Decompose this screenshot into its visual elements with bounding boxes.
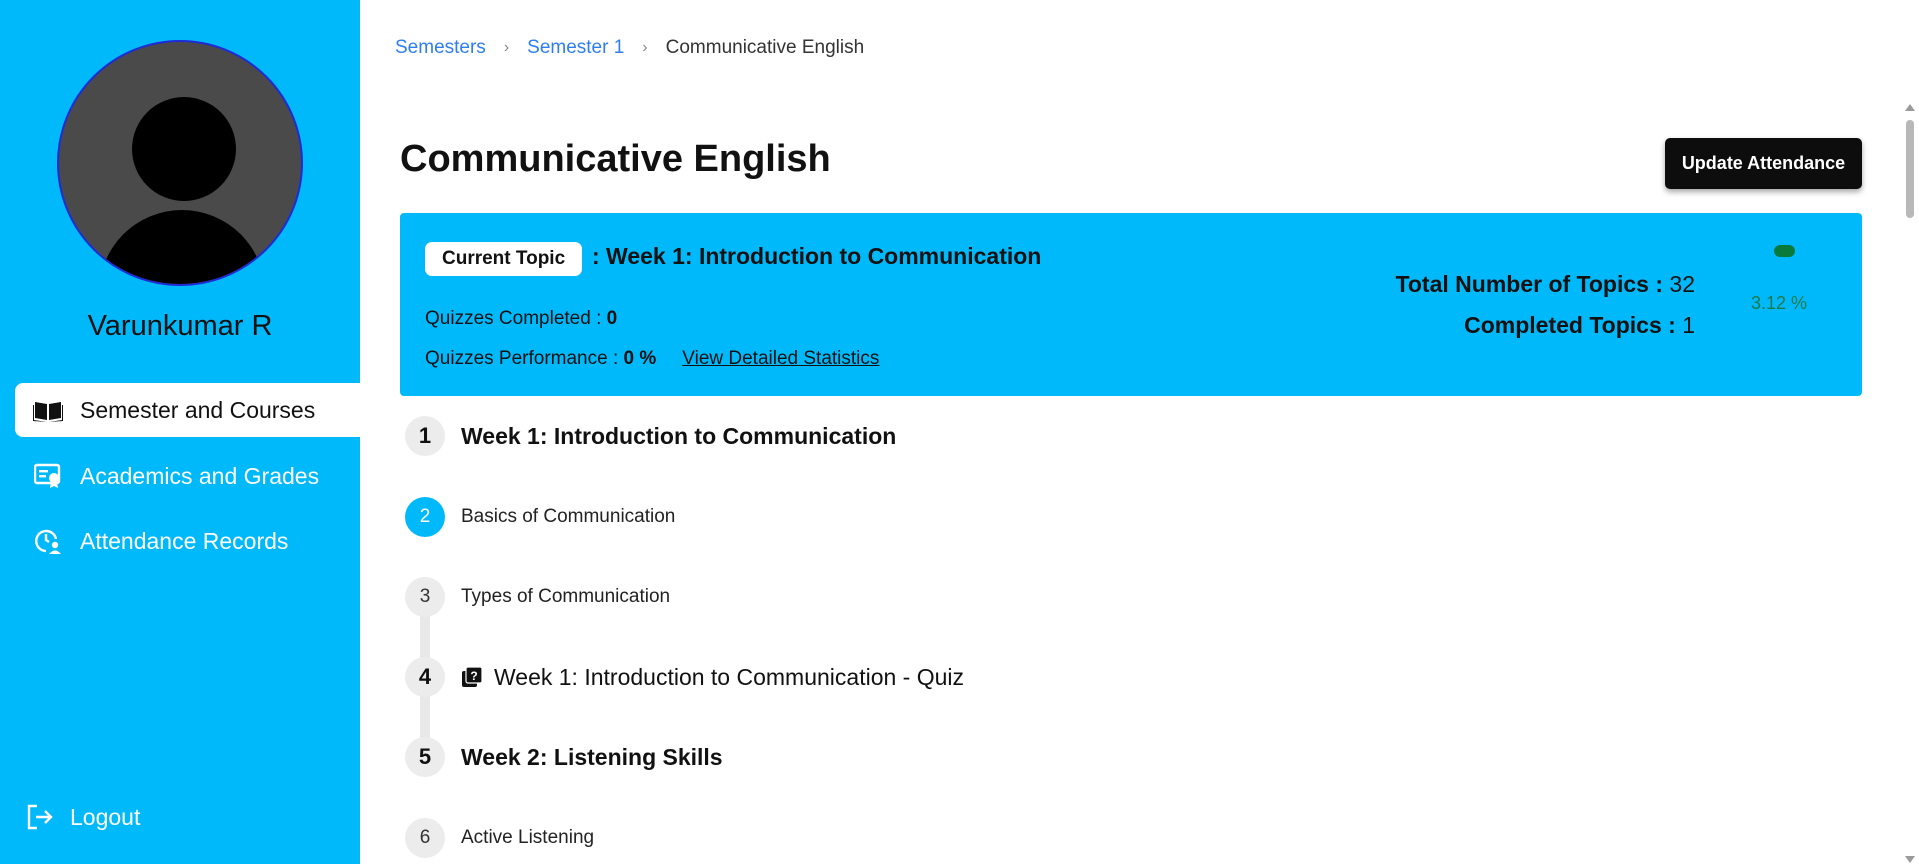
avatar [57, 40, 303, 286]
sidebar: Varunkumar R Semester and Courses Academ… [0, 0, 360, 864]
scroll-down-icon[interactable] [1905, 856, 1915, 863]
topic-label: Basics of Communication [461, 506, 676, 527]
topic-label: Active Listening [461, 827, 595, 848]
topic-item[interactable]: 3 Types of Communication [405, 577, 670, 617]
current-topic-panel: Current Topic : Week 1: Introduction to … [400, 213, 1862, 396]
topic-number: 5 [405, 737, 445, 777]
topic-label: Week 1: Introduction to Communication [461, 422, 897, 449]
topic-item[interactable]: 1 Week 1: Introduction to Communication [405, 416, 896, 456]
topic-number: 3 [405, 577, 445, 617]
breadcrumb: Semesters › Semester 1 › Communicative E… [395, 37, 864, 59]
topic-number: 2 [405, 497, 445, 537]
view-detailed-statistics-link[interactable]: View Detailed Statistics [682, 348, 879, 370]
quizzes-performance-label: Quizzes Performance : [425, 348, 619, 369]
quizzes-performance-value: 0 % [623, 348, 657, 369]
quizzes-completed-label: Quizzes Completed : [425, 308, 607, 329]
breadcrumb-current: Communicative English [665, 37, 865, 58]
quizzes-completed: Quizzes Completed : 0 [425, 308, 617, 330]
chevron-right-icon: › [642, 39, 648, 56]
user-name: Varunkumar R [87, 310, 273, 342]
topic-label: Week 2: Listening Skills [461, 743, 723, 770]
update-attendance-button[interactable]: Update Attendance [1665, 138, 1862, 189]
completed-topics-label: Completed Topics : [1464, 312, 1683, 338]
avatar-body [99, 210, 265, 284]
nav-label: Academics and Grades [80, 462, 320, 489]
nav-semester-and-courses[interactable]: Semester and Courses [15, 383, 360, 437]
total-topics: Total Number of Topics : 32 [1396, 271, 1695, 298]
logout-button[interactable]: Logout [26, 803, 140, 831]
quizzes-performance: Quizzes Performance : 0 % View Detailed … [425, 348, 879, 370]
current-topic-title: : Week 1: Introduction to Communication [592, 243, 1042, 269]
topic-item[interactable]: 2 Basics of Communication [405, 497, 675, 537]
avatar-head [132, 97, 236, 201]
svg-text:?: ? [470, 669, 477, 683]
logout-label: Logout [70, 803, 141, 830]
certificate-icon [33, 461, 63, 491]
progress-indicator [1774, 245, 1795, 257]
quizzes-completed-value: 0 [606, 308, 618, 329]
current-topic-badge: Current Topic [425, 242, 583, 276]
nav-label: Attendance Records [80, 527, 289, 554]
chevron-right-icon: › [503, 39, 510, 56]
topic-item[interactable]: 4 ? Week 1: Introduction to Communicatio… [405, 657, 964, 697]
total-topics-label: Total Number of Topics : [1395, 271, 1670, 297]
completed-topics: Completed Topics : 1 [1464, 312, 1695, 339]
total-topics-value: 32 [1669, 271, 1695, 297]
breadcrumb-semester[interactable]: Semester 1 [527, 37, 624, 59]
breadcrumb-semesters[interactable]: Semesters [395, 37, 486, 59]
completed-topics-value: 1 [1682, 312, 1695, 338]
topic-number: 4 [405, 657, 445, 697]
scroll-up-icon[interactable] [1905, 104, 1915, 111]
topic-item[interactable]: 5 Week 2: Listening Skills [405, 737, 723, 777]
topic-label: Types of Communication [461, 586, 671, 607]
book-open-icon [33, 395, 63, 425]
page-title: Communicative English [400, 138, 831, 180]
clock-user-icon [33, 526, 63, 556]
nav-label: Semester and Courses [80, 396, 316, 423]
topic-item[interactable]: 6 Active Listening [405, 818, 594, 858]
topic-number: 1 [405, 416, 445, 456]
nav-academics-and-grades[interactable]: Academics and Grades [15, 449, 360, 503]
scrollbar-thumb[interactable] [1906, 120, 1914, 218]
nav-attendance-records[interactable]: Attendance Records [15, 514, 360, 568]
logout-icon [26, 803, 54, 831]
topic-number: 6 [405, 818, 445, 858]
topic-label: Week 1: Introduction to Communication - … [494, 663, 965, 690]
progress-percentage: 3.12 % [1751, 293, 1808, 313]
quiz-icon: ? [461, 666, 483, 688]
